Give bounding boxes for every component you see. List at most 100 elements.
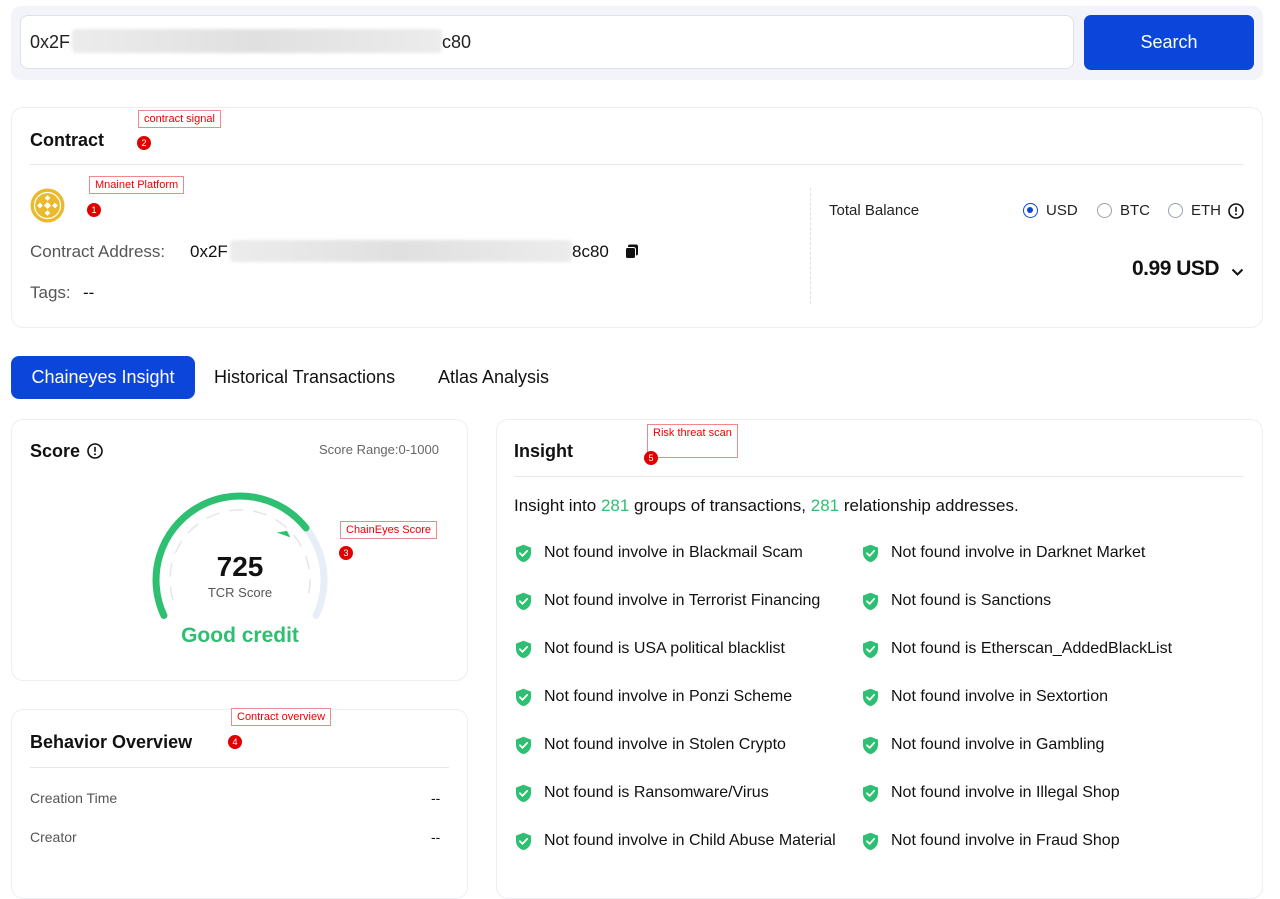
- insight-item: Not found is Sanctions: [862, 577, 1172, 625]
- shield-check-icon: [863, 544, 878, 562]
- contract-address-prefix: 0x2F: [190, 242, 228, 261]
- insight-item-text: Not found involve in Blackmail Scam: [544, 544, 803, 561]
- shield-check-icon: [516, 544, 531, 562]
- balance-separator: [810, 188, 811, 304]
- search-address-prefix: 0x2F: [30, 32, 71, 52]
- currency-btc-label: BTC: [1120, 202, 1150, 219]
- insight-item: Not found involve in Ponzi Scheme: [515, 673, 836, 721]
- shield-check-icon: [863, 592, 878, 610]
- insight-item: Not found involve in Terrorist Financing: [515, 577, 836, 625]
- chevron-down-icon[interactable]: [1231, 264, 1244, 276]
- currency-eth-label: ETH: [1191, 202, 1221, 219]
- creator-value: --: [431, 829, 441, 845]
- contract-address-label: Contract Address:: [30, 242, 166, 261]
- insight-item: Not found is Etherscan_AddedBlackList: [862, 625, 1172, 673]
- creation-time-label: Creation Time: [30, 790, 118, 806]
- insight-item-text: Not found is USA political blacklist: [544, 640, 785, 657]
- search-address-suffix: c80: [442, 32, 472, 52]
- tags-value: --: [83, 283, 95, 302]
- insight-summary-mid: groups of transactions,: [629, 496, 811, 515]
- redacted-contract-address: [230, 240, 572, 262]
- insight-list-right: Not found involve in Darknet Market Not f…: [862, 543, 1172, 865]
- insight-addresses-count: 281: [810, 496, 840, 515]
- creator-label: Creator: [30, 829, 77, 845]
- insight-summary: Insight into 281 groups of transactions,…: [514, 496, 1019, 516]
- insight-item: Not found involve in Sextortion: [862, 673, 1172, 721]
- score-range: Score Range:0-1000: [319, 442, 439, 457]
- search-button[interactable]: Search: [1084, 15, 1254, 70]
- score-title: Score: [30, 441, 81, 461]
- currency-btc-radio[interactable]: [1097, 203, 1112, 218]
- insight-item: Not found is USA political blacklist: [515, 625, 836, 673]
- insight-summary-pre: Insight into: [514, 496, 601, 515]
- currency-eth-radio[interactable]: [1168, 203, 1183, 218]
- shield-check-icon: [516, 832, 531, 850]
- insight-groups-count: 281: [600, 496, 630, 515]
- shield-check-icon: [863, 832, 878, 850]
- annotation-label-3: ChainEyes Score: [340, 521, 437, 539]
- insight-item: Not found involve in Blackmail Scam: [515, 529, 836, 577]
- insight-item-text: Not found involve in Illegal Shop: [891, 784, 1120, 801]
- annotation-badge-2: 2: [137, 136, 151, 150]
- insight-item: Not found involve in Child Abuse Materia…: [515, 817, 836, 865]
- score-info-icon[interactable]: [87, 443, 103, 459]
- shield-check-icon: [863, 736, 878, 754]
- currency-usd-label: USD: [1046, 202, 1078, 219]
- insight-item-text: Not found involve in Gambling: [891, 736, 1105, 753]
- insight-item-text: Not found is Etherscan_AddedBlackList: [891, 640, 1173, 657]
- insight-item: Not found involve in Illegal Shop: [862, 769, 1172, 817]
- currency-usd-radio[interactable]: [1023, 203, 1038, 218]
- tags-label: Tags:: [30, 283, 71, 302]
- insight-list-left: Not found involve in Blackmail Scam Not f…: [515, 543, 836, 865]
- annotation-badge-3: 3: [339, 546, 353, 560]
- tab-chaineyes-insight[interactable]: Chaineyes Insight: [11, 356, 195, 399]
- bnb-chain-icon: [30, 188, 65, 223]
- tab-atlas-analysis[interactable]: Atlas Analysis: [438, 367, 549, 388]
- insight-item-text: Not found involve in Sextortion: [891, 688, 1109, 705]
- shield-check-icon: [863, 688, 878, 706]
- tab-historical-transactions[interactable]: Historical Transactions: [214, 367, 395, 388]
- behavior-title: Behavior Overview: [30, 732, 193, 752]
- insight-item-text: Not found is Ransomware/Virus: [544, 784, 769, 801]
- total-balance-label: Total Balance: [829, 202, 920, 219]
- annotation-label-2: contract signal: [138, 110, 221, 128]
- insight-item-text: Not found involve in Fraud Shop: [891, 832, 1120, 849]
- shield-check-icon: [516, 592, 531, 610]
- score-rating: Good credit: [181, 624, 299, 647]
- annotation-badge-1: 1: [87, 203, 101, 217]
- behavior-divider: [30, 767, 449, 768]
- shield-check-icon: [516, 640, 531, 658]
- score-value: 725: [216, 551, 264, 582]
- insight-item: Not found involve in Darknet Market: [862, 529, 1172, 577]
- annotation-label-5: Risk threat scan: [647, 424, 738, 458]
- insight-item-text: Not found is Sanctions: [891, 592, 1052, 609]
- contract-title: Contract: [30, 130, 105, 150]
- annotation-label-4: Contract overview: [231, 708, 332, 726]
- shield-check-icon: [863, 640, 878, 658]
- insight-item-text: Not found involve in Terrorist Financing: [544, 592, 821, 609]
- annotation-badge-5: 5: [644, 451, 658, 465]
- shield-check-icon: [516, 688, 531, 706]
- insight-item: Not found involve in Fraud Shop: [862, 817, 1172, 865]
- redacted-address: [72, 29, 442, 53]
- insight-item: Not found involve in Gambling: [862, 721, 1172, 769]
- copy-icon[interactable]: [625, 244, 639, 259]
- insight-title: Insight: [514, 441, 573, 461]
- info-icon[interactable]: [1228, 203, 1244, 219]
- insight-item-text: Not found involve in Child Abuse Materia…: [544, 832, 836, 849]
- contract-address-suffix: 8c80: [572, 242, 609, 261]
- shield-check-icon: [516, 736, 531, 754]
- shield-check-icon: [516, 784, 531, 802]
- insight-item: Not found is Ransomware/Virus: [515, 769, 836, 817]
- shield-check-icon: [863, 784, 878, 802]
- creation-time-value: --: [431, 790, 441, 806]
- annotation-label-1: Mnainet Platform: [89, 176, 185, 194]
- insight-item-text: Not found involve in Stolen Crypto: [544, 736, 786, 753]
- score-label: TCR Score: [207, 585, 273, 600]
- insight-item-text: Not found involve in Darknet Market: [891, 544, 1146, 561]
- insight-divider: [514, 476, 1244, 477]
- insight-item-text: Not found involve in Ponzi Scheme: [544, 688, 793, 705]
- balance-value[interactable]: 0.99 USD: [1132, 257, 1220, 281]
- contract-divider: [30, 164, 1244, 165]
- insight-summary-post: relationship addresses.: [839, 496, 1019, 515]
